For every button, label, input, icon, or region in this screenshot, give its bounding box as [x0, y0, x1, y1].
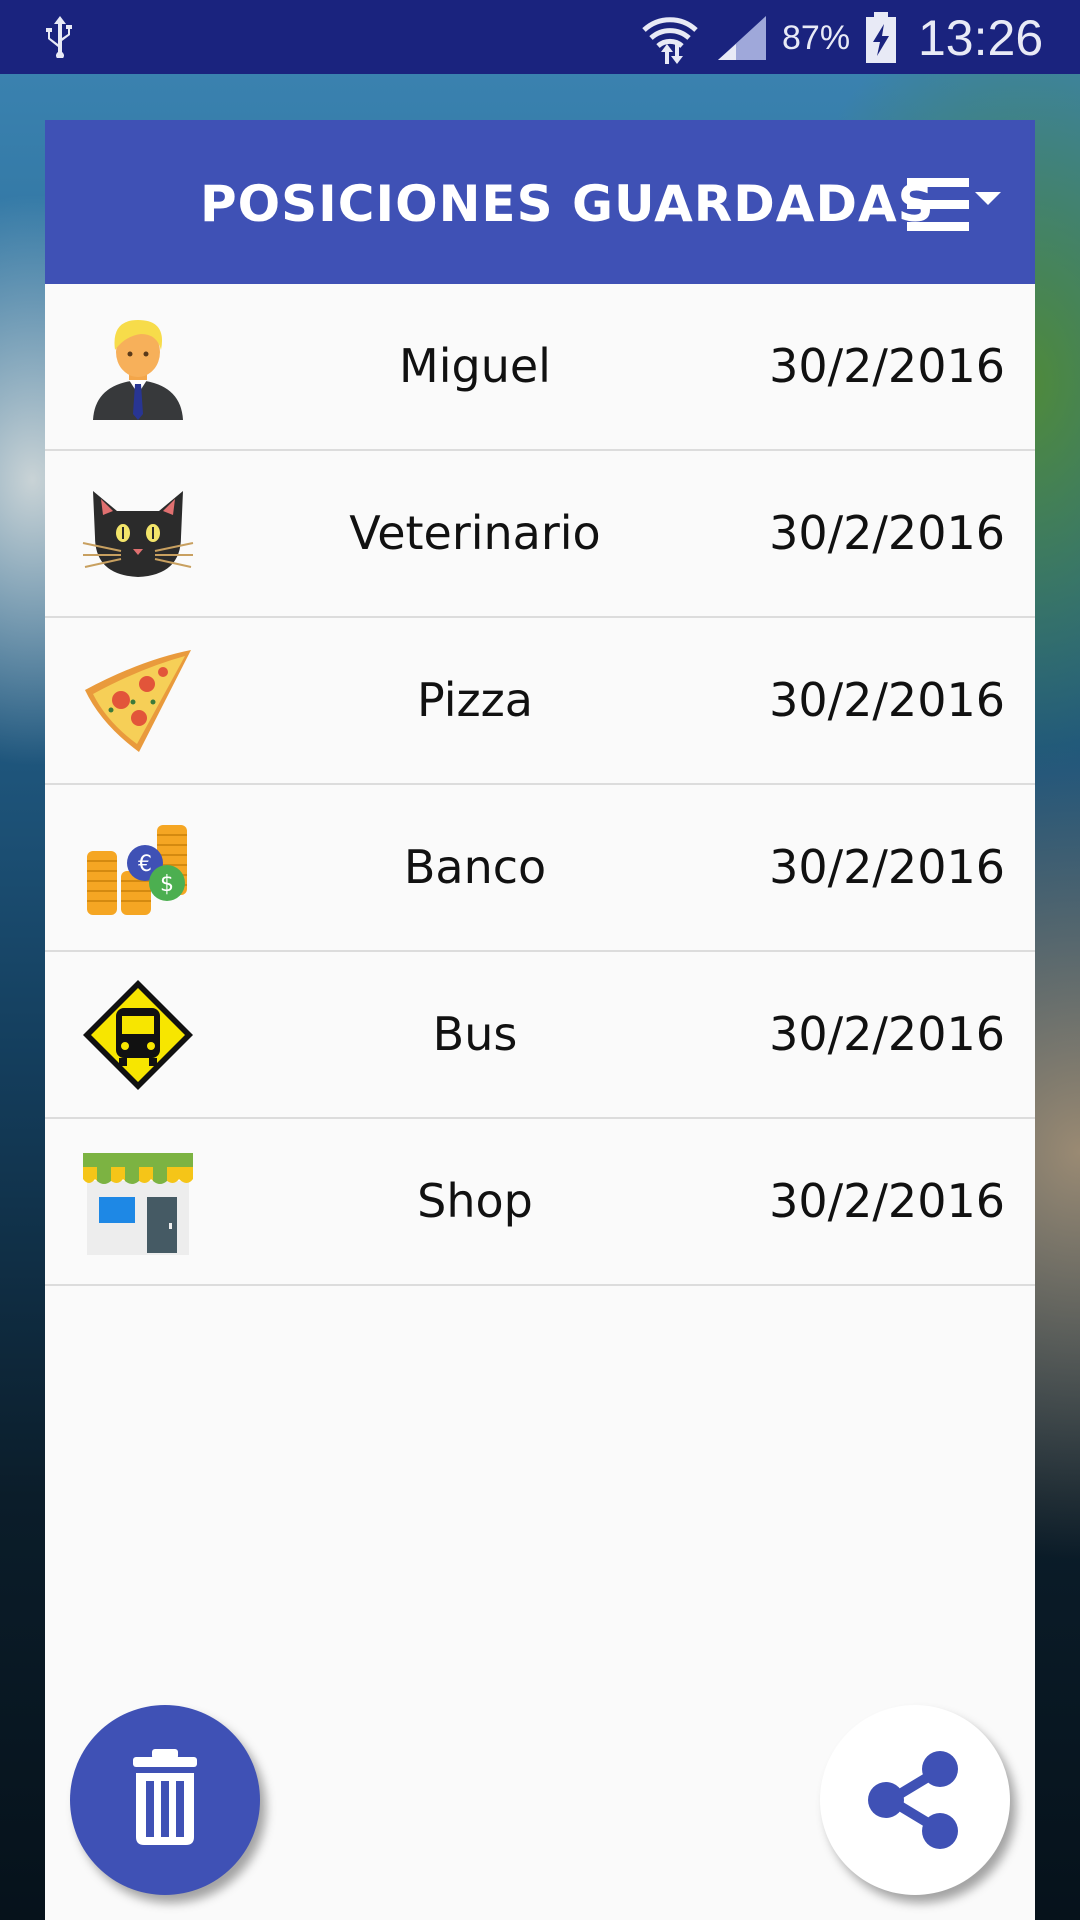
- cat-icon: [82, 491, 194, 577]
- position-date: 30/2/2016: [769, 673, 1005, 727]
- signal-icon: [718, 16, 766, 60]
- app-header: POSICIONES GUARDADAS: [45, 120, 1035, 284]
- list-item[interactable]: Miguel 30/2/2016: [45, 284, 1035, 451]
- bus-sign-icon: [83, 980, 193, 1090]
- person-icon: [93, 320, 183, 420]
- position-date: 30/2/2016: [769, 840, 1005, 894]
- coins-icon: € $: [87, 825, 187, 915]
- position-name: Bus: [432, 1007, 518, 1061]
- pizza-icon: [85, 650, 191, 752]
- share-icon: [868, 1751, 958, 1849]
- shop-icon: [83, 1153, 193, 1255]
- position-date: 30/2/2016: [769, 1174, 1005, 1228]
- position-name: Veterinario: [349, 506, 601, 560]
- svg-text:$: $: [160, 872, 174, 897]
- usb-icon: [46, 16, 72, 58]
- position-name: Pizza: [417, 673, 533, 727]
- list-item[interactable]: Veterinario 30/2/2016: [45, 451, 1035, 618]
- battery-percent: 87%: [782, 19, 851, 57]
- delete-button[interactable]: [70, 1705, 260, 1895]
- wifi-icon: [642, 17, 698, 64]
- position-name: Shop: [417, 1174, 533, 1228]
- list-item[interactable]: Pizza 30/2/2016: [45, 618, 1035, 785]
- share-button[interactable]: [820, 1705, 1010, 1895]
- list-item[interactable]: Bus 30/2/2016: [45, 952, 1035, 1119]
- list-item[interactable]: Shop 30/2/2016: [45, 1119, 1035, 1286]
- svg-text:€: €: [138, 852, 152, 877]
- position-date: 30/2/2016: [769, 339, 1005, 393]
- battery-charging-icon: [866, 12, 896, 63]
- page-title: POSICIONES GUARDADAS: [200, 175, 935, 233]
- trash-icon: [133, 1749, 197, 1845]
- menu-dropdown-icon: [907, 178, 1001, 231]
- position-date: 30/2/2016: [769, 1007, 1005, 1061]
- position-name: Miguel: [399, 339, 551, 393]
- position-name: Banco: [403, 840, 547, 894]
- saved-positions-list: Miguel 30/2/2016 Veterinario 30/2/2016 P…: [45, 284, 1035, 1286]
- status-bar: 87% 13:26: [0, 0, 1080, 74]
- saved-positions-card: POSICIONES GUARDADAS Miguel 30/2/2016 Ve…: [45, 120, 1035, 1920]
- clock: 13:26: [918, 10, 1044, 66]
- position-date: 30/2/2016: [769, 506, 1005, 560]
- list-item[interactable]: € $ Banco 30/2/2016: [45, 785, 1035, 952]
- menu-button[interactable]: [907, 178, 1007, 232]
